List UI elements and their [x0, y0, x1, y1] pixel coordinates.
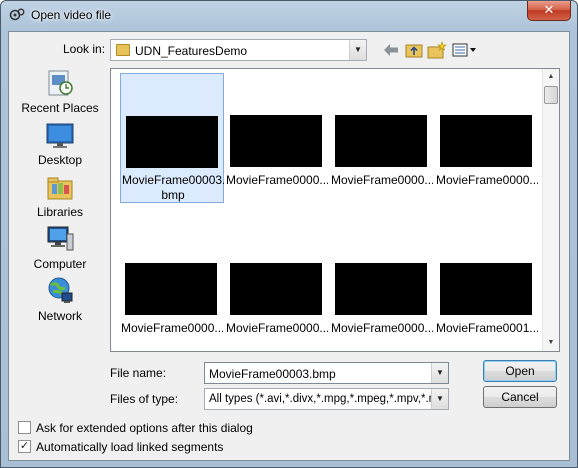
look-in-label: Look in: — [63, 42, 106, 56]
chevron-down-icon[interactable]: ▼ — [431, 389, 448, 409]
scrollbar-thumb[interactable] — [544, 86, 558, 104]
file-type-label: Files of type: — [110, 392, 179, 406]
place-computer[interactable]: Computer — [17, 224, 103, 276]
file-type-dropdown[interactable]: All types (*.avi,*.divx,*.mpg,*.mpeg,*.m… — [204, 388, 449, 410]
scroll-up-icon[interactable]: ▲ — [543, 69, 559, 85]
place-network[interactable]: Network — [17, 276, 103, 328]
vertical-scrollbar[interactable]: ▲ ▼ — [542, 69, 559, 351]
thumbnail-image — [126, 116, 218, 168]
place-desktop[interactable]: Desktop — [17, 120, 103, 172]
place-label: Desktop — [37, 153, 83, 167]
file-name: MovieFrame0000... — [226, 321, 328, 335]
window-title: Open video file — [31, 8, 112, 22]
place-label: Computer — [33, 257, 87, 271]
file-name: MovieFrame0000... — [331, 173, 433, 187]
open-video-dialog: Open video file ✕ Look in: UDN_FeaturesD… — [0, 0, 578, 468]
place-label: Recent Places — [21, 101, 99, 115]
place-recent-places[interactable]: Recent Places — [17, 68, 103, 120]
file-name: MovieFrame0001... — [436, 321, 538, 335]
file-type-value: All types (*.avi,*.divx,*.mpg,*.mpeg,*.m… — [209, 393, 449, 405]
file-item[interactable]: MovieFrame00003. bmp — [120, 73, 224, 203]
file-item[interactable]: MovieFrame0000... — [330, 221, 434, 351]
file-name-value: MovieFrame00003.bmp — [209, 367, 336, 381]
title-bar[interactable]: Open video file ✕ — [1, 1, 577, 31]
place-label: Libraries — [36, 205, 84, 219]
new-folder-icon[interactable] — [427, 40, 447, 60]
back-arrow-icon[interactable] — [381, 40, 401, 60]
network-icon — [48, 277, 73, 303]
file-name-input[interactable]: MovieFrame00003.bmp ▼ — [204, 362, 449, 384]
file-item[interactable]: MovieFrame0000... — [330, 73, 434, 203]
file-item[interactable]: MovieFrame0000... — [435, 73, 539, 203]
dialog-body: Look in: UDN_FeaturesDemo ▼ Recent Place… — [8, 31, 570, 461]
close-icon: ✕ — [543, 2, 555, 17]
thumbnail-image — [230, 263, 322, 315]
place-label: Network — [37, 309, 82, 323]
file-name-line: bmp — [161, 188, 185, 202]
file-name-line: MovieFrame00003. — [122, 173, 224, 187]
load-linked-segments-checkbox[interactable]: ✓ — [18, 440, 31, 453]
look-in-value: UDN_FeaturesDemo — [135, 44, 248, 58]
file-name: MovieFrame0000... — [226, 173, 328, 187]
extended-options-label[interactable]: Ask for extended options after this dial… — [36, 421, 253, 435]
thumbnail-image — [440, 115, 532, 167]
extended-options-checkbox[interactable] — [18, 421, 31, 434]
file-name: MovieFrame0000... — [331, 321, 433, 335]
thumbnail-image — [125, 263, 217, 315]
thumbnail-image — [335, 263, 427, 315]
load-linked-segments-label[interactable]: Automatically load linked segments — [36, 440, 223, 454]
app-settings-icon — [9, 8, 25, 21]
open-button[interactable]: Open — [483, 360, 557, 382]
close-button[interactable]: ✕ — [527, 1, 571, 21]
up-folder-icon[interactable] — [404, 40, 424, 60]
file-item[interactable]: MovieFrame0000... — [225, 221, 329, 351]
file-list[interactable]: MovieFrame00003. bmp MovieFrame0000... M… — [110, 68, 560, 352]
libraries-icon — [47, 177, 73, 200]
chevron-down-icon[interactable]: ▼ — [431, 363, 448, 383]
places-bar: Recent Places Desktop Libraries Computer — [17, 68, 103, 328]
recent-places-icon — [48, 70, 73, 96]
thumbnail-image — [335, 115, 427, 167]
file-item[interactable]: MovieFrame0000... — [225, 73, 329, 203]
place-libraries[interactable]: Libraries — [17, 172, 103, 224]
desktop-icon — [46, 123, 74, 148]
file-item[interactable]: MovieFrame0000... — [120, 221, 224, 351]
chevron-down-icon[interactable]: ▼ — [349, 40, 366, 60]
cancel-button[interactable]: Cancel — [483, 386, 557, 408]
computer-icon — [47, 226, 74, 251]
thumbnail-image — [230, 115, 322, 167]
file-name: MovieFrame0000... — [436, 173, 538, 187]
folder-icon — [116, 44, 130, 56]
look-in-dropdown[interactable]: UDN_FeaturesDemo ▼ — [110, 39, 367, 61]
scroll-down-icon[interactable]: ▼ — [543, 335, 559, 351]
file-name-label: File name: — [110, 366, 167, 380]
file-name: MovieFrame0000... — [121, 321, 223, 335]
thumbnail-image — [440, 263, 532, 315]
file-item[interactable]: MovieFrame0001... — [435, 221, 539, 351]
file-name: MovieFrame00003. bmp — [122, 173, 224, 203]
view-menu-icon[interactable] — [451, 40, 479, 60]
